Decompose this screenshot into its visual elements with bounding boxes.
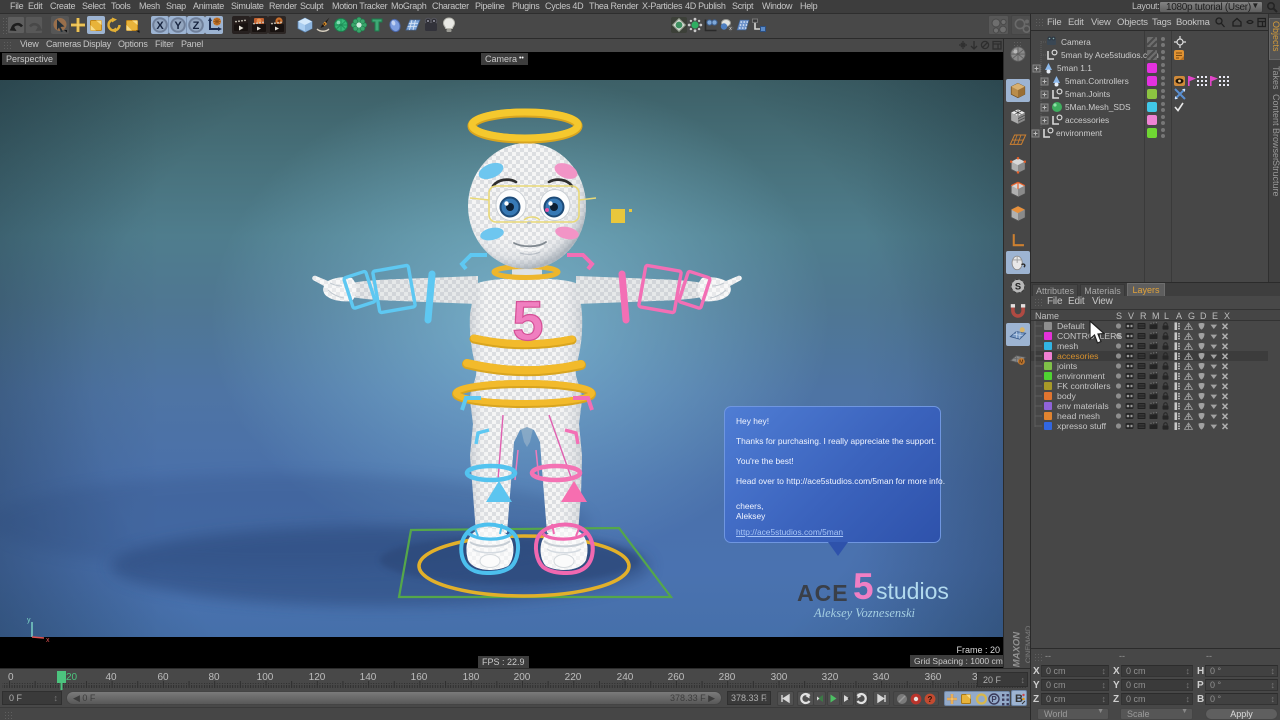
svg-text:Z: Z [193, 20, 200, 32]
svg-text:joints: joints [1056, 361, 1078, 371]
svg-text:Camera: Camera [1061, 37, 1091, 47]
svg-text:5man.Controllers: 5man.Controllers [1065, 76, 1129, 86]
svg-text:80: 80 [208, 672, 220, 683]
svg-text:140: 140 [360, 672, 377, 683]
svg-text:accesories: accesories [1057, 351, 1099, 361]
svg-text:20: 20 [66, 672, 78, 683]
svg-text:B: B [1015, 693, 1023, 705]
svg-text:180: 180 [463, 672, 480, 683]
svg-text:5man by Ace5studios.com: 5man by Ace5studios.com [1061, 50, 1159, 60]
svg-text:accessories: accessories [1065, 115, 1109, 125]
svg-text:5Man.Mesh_SDS: 5Man.Mesh_SDS [1065, 102, 1131, 112]
svg-text:body: body [1057, 391, 1076, 401]
svg-text:?: ? [928, 695, 933, 704]
svg-text:head mesh: head mesh [1057, 411, 1100, 421]
svg-text:environment: environment [1056, 128, 1103, 138]
svg-text:320: 320 [822, 672, 839, 683]
svg-text:0: 0 [8, 672, 14, 683]
svg-text:280: 280 [719, 672, 736, 683]
svg-text:Default: Default [1057, 321, 1085, 331]
svg-text:240: 240 [617, 672, 634, 683]
svg-text:300: 300 [771, 672, 788, 683]
svg-text:40: 40 [105, 672, 117, 683]
svg-text:S: S [1015, 281, 1021, 291]
svg-text:x: x [46, 637, 50, 644]
svg-text:environment: environment [1057, 371, 1105, 381]
svg-text:5man 1.1: 5man 1.1 [1057, 63, 1092, 73]
svg-text:env materials: env materials [1057, 401, 1109, 411]
svg-text:120: 120 [309, 672, 326, 683]
svg-text:xpresso stuff: xpresso stuff [1057, 421, 1107, 431]
svg-text:340: 340 [873, 672, 890, 683]
svg-text:P: P [991, 695, 997, 704]
svg-text:360: 360 [925, 672, 942, 683]
svg-text:Y: Y [174, 20, 182, 32]
svg-text:y: y [27, 617, 31, 624]
svg-text:M: M [1019, 360, 1023, 366]
svg-text:5man.Joints: 5man.Joints [1065, 89, 1110, 99]
svg-text:FK controllers: FK controllers [1057, 381, 1111, 391]
svg-text:220: 220 [565, 672, 582, 683]
svg-text:200: 200 [514, 672, 531, 683]
svg-text:100: 100 [257, 672, 274, 683]
svg-text:mesh: mesh [1057, 341, 1078, 351]
svg-text:5: 5 [512, 289, 543, 352]
svg-text:60: 60 [157, 672, 169, 683]
svg-text:160: 160 [411, 672, 428, 683]
svg-text:260: 260 [668, 672, 685, 683]
svg-text:X: X [156, 20, 164, 32]
